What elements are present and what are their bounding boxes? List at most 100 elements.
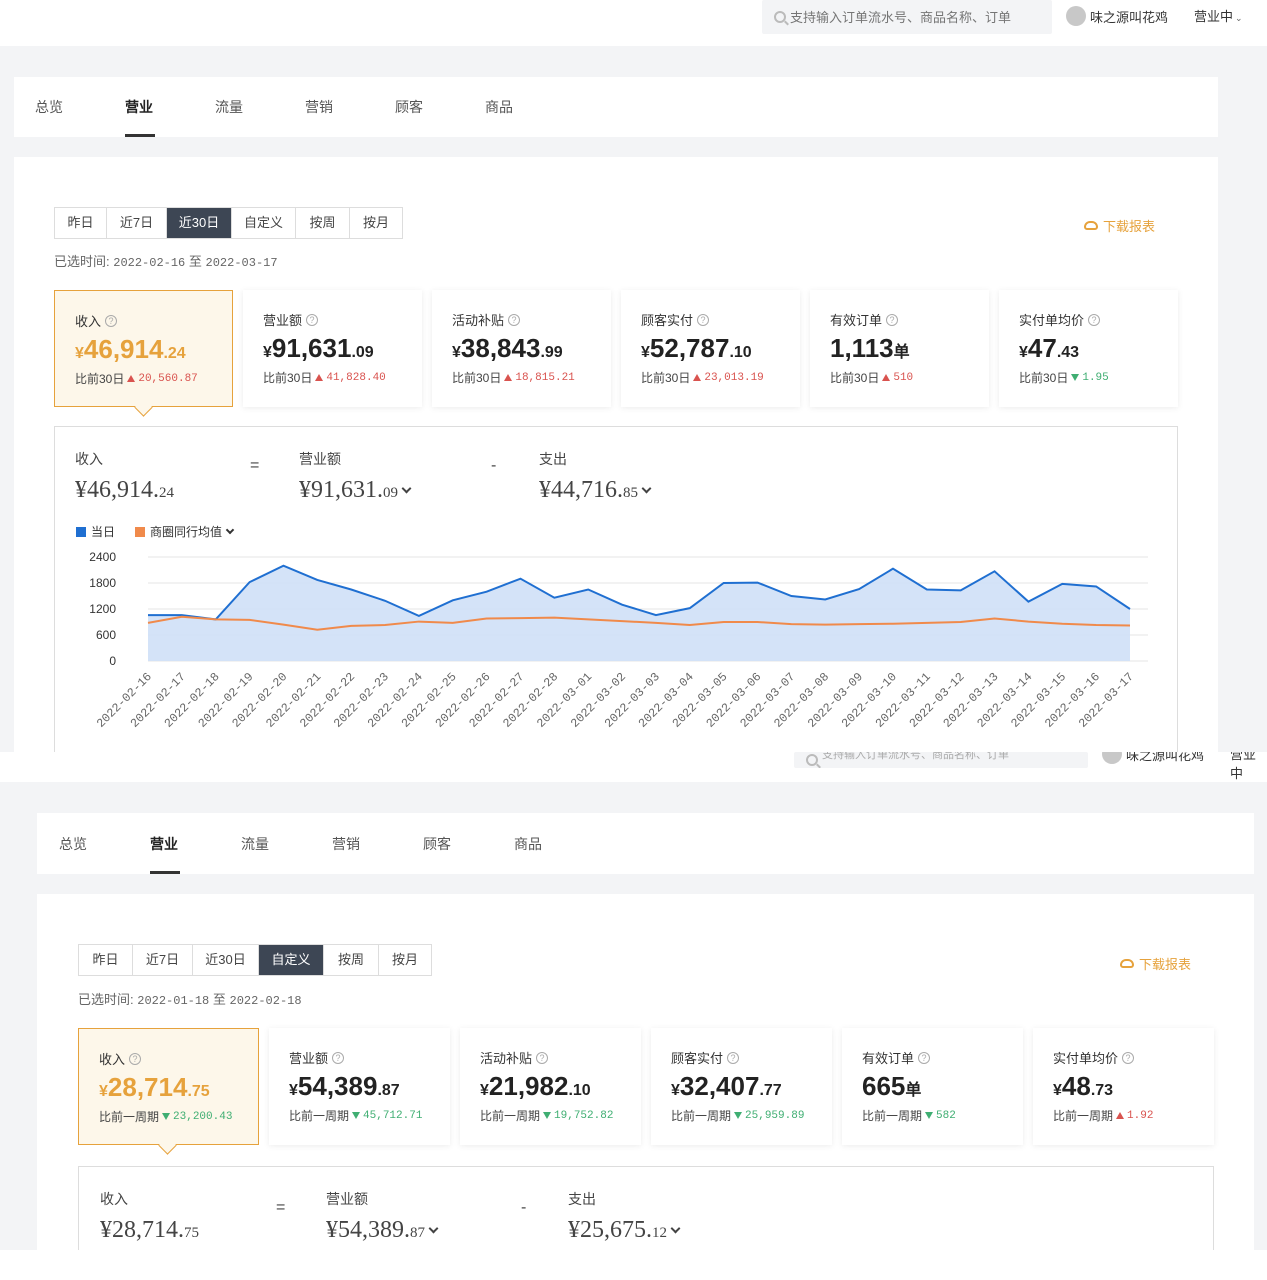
screenshot-bottom: 支持输入订单流水号、商品名称、订单 味之源叫花鸡 营业中 总览 营业 流量 营销… xyxy=(0,752,1267,1250)
metric-label: 收入 xyxy=(75,314,102,329)
metric-compare: 比前30日 23,013.19 xyxy=(641,371,764,385)
metric-compare: 比前一周期 25,959.89 xyxy=(671,1109,805,1123)
search-input[interactable] xyxy=(790,9,1030,25)
metric-card-avg-price[interactable]: 实付单均价? ¥48.73 比前一周期 1.92 xyxy=(1033,1028,1214,1145)
metric-card-avg-price[interactable]: 实付单均价? ¥47.43 比前30日 1.95 xyxy=(999,290,1178,407)
tab-business[interactable]: 营业 xyxy=(150,813,241,874)
metric-label: 有效订单 xyxy=(830,313,883,328)
metric-value: ¥47.43 xyxy=(1019,333,1080,363)
period-30days[interactable]: 近30日 xyxy=(193,945,259,975)
cloud-download-icon xyxy=(1120,959,1134,968)
period-weekly[interactable]: 按周 xyxy=(296,208,350,238)
selected-range: 已选时间: 2022-02-16 至 2022-03-17 xyxy=(54,251,278,270)
help-icon: ? xyxy=(332,1051,345,1064)
metric-label: 收入 xyxy=(99,1052,126,1067)
download-label: 下载报表 xyxy=(1103,219,1156,234)
eq-revenue-amount[interactable]: ¥54,389.87 xyxy=(326,1217,439,1244)
y-tick-label: 600 xyxy=(96,628,116,642)
user-menu[interactable]: 味之源叫花鸡 xyxy=(1102,752,1204,764)
avatar xyxy=(1102,752,1122,764)
business-status-dropdown[interactable]: 营业中 ⌄ xyxy=(1194,6,1243,25)
period-monthly[interactable]: 按月 xyxy=(350,208,402,238)
metric-label: 有效订单 xyxy=(862,1051,915,1066)
range-start: 2022-02-16 xyxy=(113,256,186,270)
period-custom[interactable]: 自定义 xyxy=(232,208,296,238)
help-icon: ? xyxy=(1122,1051,1135,1064)
metric-card-subsidy[interactable]: 活动补贴? ¥38,843.99 比前30日 18,815.21 xyxy=(432,290,611,407)
chevron-down-icon xyxy=(428,1223,439,1234)
metric-card-revenue[interactable]: 营业额? ¥54,389.87 比前一周期 45,712.71 xyxy=(269,1028,450,1145)
chevron-down-icon: ⌄ xyxy=(1235,13,1243,23)
metric-card-valid-orders[interactable]: 有效订单? 665单 比前一周期 582 xyxy=(842,1028,1023,1145)
y-tick-label: 2400 xyxy=(89,550,116,564)
tab-traffic[interactable]: 流量 xyxy=(241,813,332,874)
metric-card-valid-orders[interactable]: 有效订单? 1,113单 比前30日 510 xyxy=(810,290,989,407)
metric-compare: 比前一周期 582 xyxy=(862,1109,956,1123)
metric-label: 实付单均价 xyxy=(1019,313,1085,328)
tab-marketing[interactable]: 营销 xyxy=(332,813,423,874)
period-yesterday[interactable]: 昨日 xyxy=(79,945,133,975)
metric-compare: 比前一周期 1.92 xyxy=(1053,1109,1154,1123)
screenshot-top: 味之源叫花鸡 营业中⌄ 总览 营业 流量 营销 顾客 商品 昨日 近7日 近30… xyxy=(0,0,1267,752)
metric-card-revenue[interactable]: 营业额? ¥91,631.09 比前30日 41,828.40 xyxy=(243,290,422,407)
eq-expense-amount[interactable]: ¥25,675.12 xyxy=(568,1217,681,1244)
arrow-down-icon xyxy=(543,1112,552,1119)
tab-customers[interactable]: 顾客 xyxy=(395,77,485,137)
tab-overview[interactable]: 总览 xyxy=(59,813,150,874)
top-header: 味之源叫花鸡 营业中⌄ xyxy=(0,0,1267,46)
tab-business[interactable]: 营业 xyxy=(125,77,215,137)
tab-customers[interactable]: 顾客 xyxy=(423,813,514,874)
help-icon: ? xyxy=(536,1051,549,1064)
metric-compare: 比前30日 18,815.21 xyxy=(452,371,575,385)
metric-label: 顾客实付 xyxy=(641,313,694,328)
metric-value: ¥46,914.24 xyxy=(75,334,186,364)
period-30days[interactable]: 近30日 xyxy=(167,208,232,238)
help-icon: ? xyxy=(306,313,319,326)
metric-card-subsidy[interactable]: 活动补贴? ¥21,982.10 比前一周期 19,752.82 xyxy=(460,1028,641,1145)
period-7days[interactable]: 近7日 xyxy=(107,208,167,238)
income-detail-panel: 收入 ¥28,714.75 = 营业额 ¥54,389.87 - 支出 ¥25,… xyxy=(78,1166,1214,1250)
range-sep: 至 xyxy=(212,992,226,1007)
tab-overview[interactable]: 总览 xyxy=(35,77,125,137)
metric-value: ¥48.73 xyxy=(1053,1071,1114,1101)
metric-card-income[interactable]: 收入? ¥46,914.24 比前30日 20,560.87 xyxy=(54,290,233,407)
tab-products[interactable]: 商品 xyxy=(514,813,605,874)
download-label: 下载报表 xyxy=(1139,957,1192,972)
user-menu[interactable]: 味之源叫花鸡 xyxy=(1066,6,1168,26)
metric-compare: 比前30日 41,828.40 xyxy=(263,371,386,385)
income-detail-panel: 收入 ¥46,914.24 = 营业额 ¥91,631.09 - 支出 ¥44,… xyxy=(54,426,1178,752)
period-7days[interactable]: 近7日 xyxy=(133,945,193,975)
download-report-button[interactable]: 下载报表 xyxy=(1120,954,1191,973)
eq-minus: - xyxy=(521,1199,527,1216)
user-name: 味之源叫花鸡 xyxy=(1126,752,1205,763)
arrow-up-icon xyxy=(127,375,136,382)
period-weekly[interactable]: 按周 xyxy=(324,945,379,975)
metric-card-income[interactable]: 收入? ¥28,714.75 比前一周期 23,200.43 xyxy=(78,1028,259,1145)
period-selector: 昨日 近7日 近30日 自定义 按周 按月 xyxy=(54,207,403,239)
period-custom[interactable]: 自定义 xyxy=(259,945,324,975)
metric-card-customer-paid[interactable]: 顾客实付? ¥32,407.77 比前一周期 25,959.89 xyxy=(651,1028,832,1145)
search-placeholder: 支持输入订单流水号、商品名称、订单 xyxy=(822,752,1009,761)
search-box[interactable]: 支持输入订单流水号、商品名称、订单 xyxy=(794,752,1088,768)
selected-range: 已选时间: 2022-01-18 至 2022-02-18 xyxy=(78,989,302,1008)
metric-label: 实付单均价 xyxy=(1053,1051,1119,1066)
y-tick-label: 1800 xyxy=(89,576,116,590)
top-header: 支持输入订单流水号、商品名称、订单 味之源叫花鸡 营业中 xyxy=(0,752,1267,782)
metric-compare: 比前一周期 45,712.71 xyxy=(289,1109,423,1123)
metric-compare: 比前一周期 19,752.82 xyxy=(480,1109,614,1123)
main-tabs: 总览 营业 流量 营销 顾客 商品 xyxy=(14,77,1218,137)
period-yesterday[interactable]: 昨日 xyxy=(55,208,107,238)
avatar xyxy=(1066,6,1086,26)
tab-marketing[interactable]: 营销 xyxy=(305,77,395,137)
download-report-button[interactable]: 下载报表 xyxy=(1084,216,1155,235)
search-box[interactable] xyxy=(762,0,1052,34)
tab-traffic[interactable]: 流量 xyxy=(215,77,305,137)
y-tick-label: 0 xyxy=(109,654,116,668)
search-icon xyxy=(806,754,818,766)
metric-value: ¥28,714.75 xyxy=(99,1072,210,1102)
metric-card-customer-paid[interactable]: 顾客实付? ¥52,787.10 比前30日 23,013.19 xyxy=(621,290,800,407)
period-monthly[interactable]: 按月 xyxy=(379,945,431,975)
metric-value: ¥21,982.10 xyxy=(480,1071,591,1101)
business-status-dropdown[interactable]: 营业中 xyxy=(1230,752,1267,782)
tab-products[interactable]: 商品 xyxy=(485,77,575,137)
